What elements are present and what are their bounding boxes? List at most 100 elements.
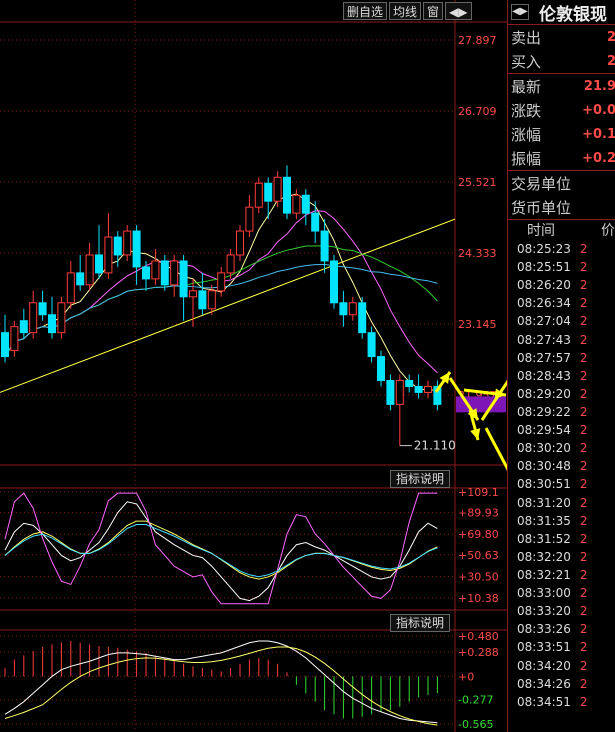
candlestick-series xyxy=(1,165,442,446)
window-button[interactable]: 窗 xyxy=(423,2,444,20)
sell-value: 2 xyxy=(607,30,615,45)
price-tick-label: 26.709 xyxy=(458,105,497,118)
kdj-k-line xyxy=(4,501,438,602)
tick-price: 2 xyxy=(579,549,588,564)
candle-body xyxy=(330,260,338,304)
candle-36 xyxy=(339,290,348,327)
candle-41 xyxy=(386,374,395,411)
tick-time: 08:27:57 xyxy=(517,350,571,365)
tick-list[interactable]: 08:25:23 2 08:25:51 2 08:26:20 2 08:26:34 2 08:2… xyxy=(508,240,615,711)
candle-body xyxy=(273,176,282,202)
price-tick-label: 27.897 xyxy=(458,34,497,47)
candle-body xyxy=(207,290,216,310)
tick-time: 08:33:26 xyxy=(517,622,571,637)
currency-row: 货币单位 xyxy=(508,195,615,220)
tick-price: 2 xyxy=(579,531,588,546)
time-header: 时间 xyxy=(527,223,555,239)
macd-tick-label: -0.277 xyxy=(458,694,493,707)
candle-37 xyxy=(348,296,357,321)
tick-price: 2 xyxy=(579,405,588,420)
candle-body xyxy=(424,385,432,393)
tick-time: 08:30:48 xyxy=(517,459,571,474)
moving-average-button[interactable]: 均线 xyxy=(389,2,422,20)
tick-time: 08:34:51 xyxy=(517,694,571,709)
candle-body xyxy=(142,266,150,280)
axis-labels: 27.89726.70925.52124.33323.14521.957 xyxy=(456,34,506,413)
candle-body xyxy=(170,260,179,286)
currency-label: 货币单位 xyxy=(511,198,572,217)
candle-body xyxy=(19,320,28,334)
tick-time: 08:34:20 xyxy=(517,658,571,673)
candle-17 xyxy=(160,254,169,291)
buy-row: 买入 2 xyxy=(508,49,615,74)
candle-6 xyxy=(57,296,66,339)
tick-price: 2 xyxy=(579,568,588,583)
price-tick-label: 23.145 xyxy=(458,318,497,331)
low-annotation: 21.110 xyxy=(399,439,456,453)
tick-price: 2 xyxy=(579,350,588,365)
panel-nav-icon[interactable]: ◀▶ xyxy=(511,4,529,20)
tick-row: 08:32:20 2 xyxy=(508,548,615,566)
tick-row: 08:29:22 2 xyxy=(508,403,615,421)
candle-body xyxy=(405,379,414,387)
remove-watchlist-button[interactable]: 删自选 xyxy=(343,2,388,20)
candle-26 xyxy=(245,195,254,238)
macd-help-button[interactable]: 指标说明 xyxy=(390,614,451,632)
kdj-indicator: +109.1 +89.93 +69.80 +50.63 +30.50 +10.38 xyxy=(0,486,499,605)
candle-1 xyxy=(10,320,19,357)
tick-price: 2 xyxy=(579,622,588,637)
change-row: 涨跌 +0.0 xyxy=(508,98,615,122)
candle-body xyxy=(160,260,169,286)
tick-row: 08:29:20 2 xyxy=(508,385,615,403)
change-value: +0.0 xyxy=(582,102,615,118)
tick-time: 08:33:00 xyxy=(517,586,571,601)
kdj-help-button[interactable]: 指标说明 xyxy=(390,470,451,488)
candle-body xyxy=(123,230,132,256)
trend-line xyxy=(0,218,456,393)
tick-time: 08:31:52 xyxy=(517,531,571,546)
buy-value: 2 xyxy=(607,54,615,69)
candle-2 xyxy=(19,308,28,339)
candle-25 xyxy=(236,225,244,261)
tick-row: 08:27:43 2 xyxy=(508,331,615,349)
candle-body xyxy=(320,230,329,262)
candle-body xyxy=(348,302,357,316)
candle-body xyxy=(113,236,122,256)
candle-27 xyxy=(254,177,263,214)
macd-dea-line xyxy=(4,646,438,726)
tick-row: 08:33:51 2 xyxy=(508,638,615,656)
tick-price: 2 xyxy=(579,604,588,619)
candle-body xyxy=(254,182,263,208)
candle-40 xyxy=(377,350,385,387)
tick-time: 08:28:43 xyxy=(517,368,571,383)
tick-time: 08:26:34 xyxy=(517,296,571,311)
macd-tick-label: -0.565 xyxy=(458,718,493,731)
tick-price: 2 xyxy=(579,640,588,655)
candle-23 xyxy=(217,266,226,297)
last-value: 21.9 xyxy=(583,78,615,94)
candle-body xyxy=(283,176,291,214)
candle-body xyxy=(132,230,141,268)
tick-price: 2 xyxy=(579,477,588,492)
tick-time: 08:29:20 xyxy=(517,386,571,401)
candle-33 xyxy=(311,201,320,244)
candle-body xyxy=(358,302,367,334)
candle-14 xyxy=(132,225,141,285)
quote-panel: ◀▶ 伦敦银现 卖出 2 买入 2 最新 21.9 涨跌 +0.0 涨幅 +0.1 振幅 +… xyxy=(507,0,615,732)
panel-toggle-icon[interactable]: ◀▶ xyxy=(445,2,472,20)
tick-price: 2 xyxy=(579,314,588,329)
candle-38 xyxy=(358,296,367,339)
tick-price: 2 xyxy=(579,278,588,293)
candle-7 xyxy=(66,260,75,309)
tick-price: 2 xyxy=(579,459,588,474)
kdj-tick-label: +50.63 xyxy=(458,549,499,562)
candle-13 xyxy=(123,225,132,261)
price-tick-label: 24.333 xyxy=(458,247,497,260)
candle-body xyxy=(264,182,273,202)
candle-9 xyxy=(85,243,94,291)
candle-body xyxy=(395,379,404,405)
buy-label: 买入 xyxy=(511,52,542,71)
amp-row: 振幅 +0.2 xyxy=(508,146,615,171)
candle-body xyxy=(226,254,235,274)
chart-toolbar: 删自选 均线 窗 ◀▶ xyxy=(343,2,472,20)
